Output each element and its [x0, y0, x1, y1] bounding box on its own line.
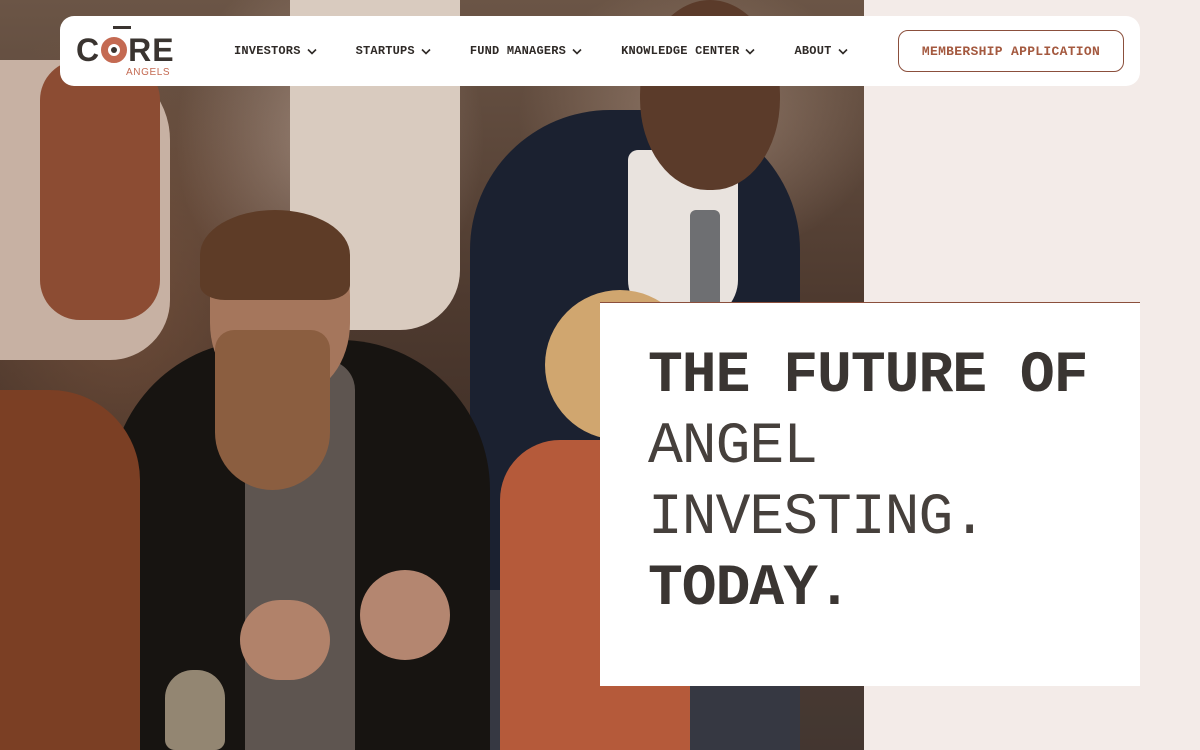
nav-item-investors[interactable]: INVESTORS: [234, 44, 317, 58]
photo-wine-glass: [165, 670, 225, 750]
photo-beard: [215, 330, 330, 490]
nav-item-startups[interactable]: STARTUPS: [356, 44, 431, 58]
nav-item-knowledge-center[interactable]: KNOWLEDGE CENTER: [621, 44, 756, 58]
nav-item-label: KNOWLEDGE CENTER: [621, 44, 740, 58]
hero-headline-card: THE FUTURE OF ANGEL INVESTING. TODAY.: [600, 302, 1140, 686]
core-angels-logo[interactable]: C RE ANGELS: [76, 24, 175, 80]
logo-tagline: ANGELS: [126, 67, 171, 78]
headline-line-4: TODAY.: [648, 557, 852, 622]
chevron-down-icon: [572, 48, 582, 55]
main-nav: INVESTORS STARTUPS FUND MANAGERS KNOWLED…: [234, 16, 848, 86]
chevron-down-icon: [837, 48, 848, 55]
membership-application-button[interactable]: MEMBERSHIP APPLICATION: [898, 30, 1124, 72]
chevron-down-icon: [745, 48, 756, 55]
chevron-down-icon: [421, 48, 431, 55]
nav-item-label: INVESTORS: [234, 44, 301, 58]
nav-item-label: FUND MANAGERS: [469, 44, 567, 58]
nav-item-label: STARTUPS: [355, 44, 415, 58]
logo-bar-mark: [113, 26, 131, 29]
photo-scarf: [40, 60, 160, 320]
nav-item-about[interactable]: ABOUT: [794, 44, 848, 58]
nav-item-label: ABOUT: [794, 44, 832, 58]
headline-line-3: INVESTING.: [648, 486, 987, 551]
hero-headline: THE FUTURE OF ANGEL INVESTING. TODAY.: [648, 341, 1088, 625]
photo-person-bottom-left: [0, 390, 140, 750]
nav-item-fund-managers[interactable]: FUND MANAGERS: [470, 44, 582, 58]
site-header: C RE ANGELS INVESTORS STARTUPS FUND MANAG…: [60, 16, 1140, 86]
headline-line-1: THE FUTURE OF: [648, 344, 1088, 409]
headline-line-2: ANGEL: [648, 415, 818, 480]
logo-wordmark: C RE: [76, 32, 175, 68]
logo-o-icon: [101, 37, 128, 63]
photo-bearded-man-hair: [200, 210, 350, 300]
photo-hand-right: [360, 570, 450, 660]
photo-hand-left: [240, 600, 330, 680]
chevron-down-icon: [307, 48, 317, 55]
